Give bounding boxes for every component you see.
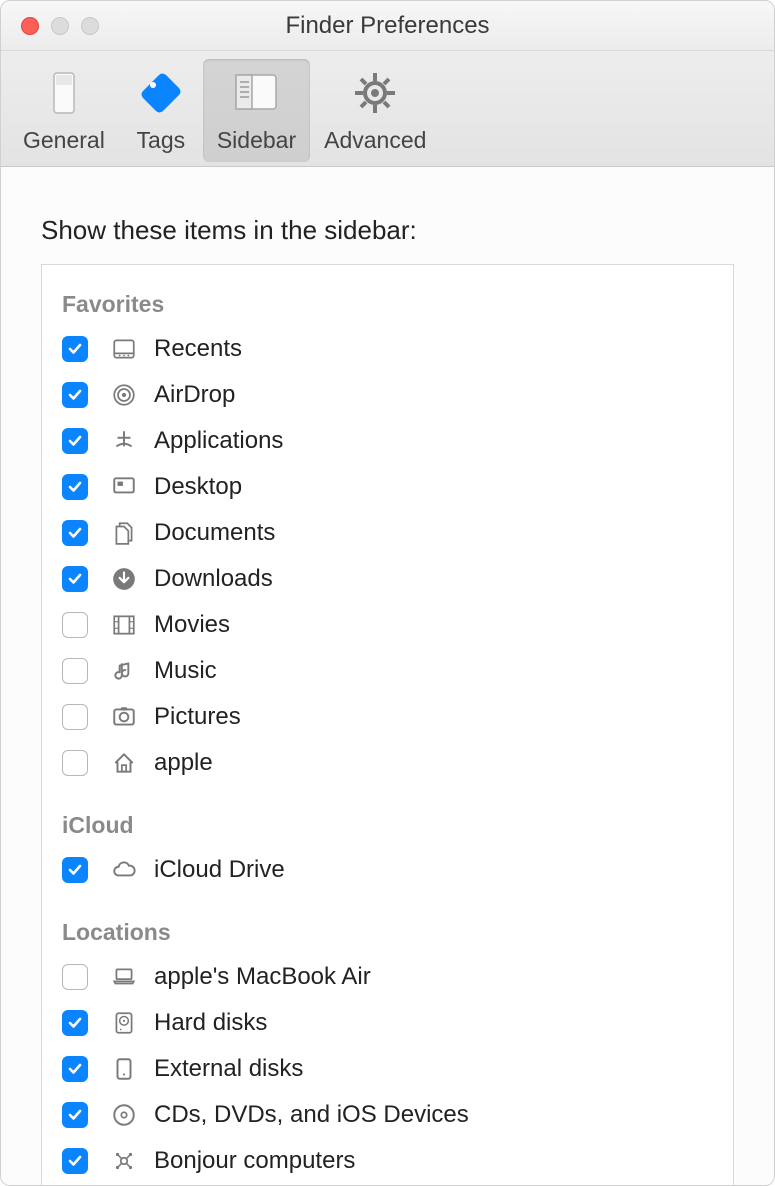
hdd-icon (36, 65, 92, 121)
item-label: AirDrop (154, 381, 235, 409)
tag-icon (133, 65, 189, 121)
sidebar-item-row: Music (62, 648, 713, 694)
preferences-toolbar: General Tags Sidebar Advanced (1, 51, 774, 167)
item-label: Hard disks (154, 1009, 267, 1037)
item-label: Bonjour computers (154, 1147, 355, 1175)
sidebar-item-row: apple (62, 740, 713, 786)
titlebar: Finder Preferences (1, 1, 774, 51)
tab-sidebar[interactable]: Sidebar (203, 59, 310, 162)
item-label: iCloud Drive (154, 856, 285, 884)
checkbox[interactable] (62, 1148, 88, 1174)
item-label: External disks (154, 1055, 303, 1083)
minimize-button[interactable] (51, 17, 69, 35)
checkbox[interactable] (62, 1056, 88, 1082)
sidebar-item-row: Hard disks (62, 1000, 713, 1046)
checkbox[interactable] (62, 1010, 88, 1036)
bonjour-icon (108, 1145, 140, 1177)
sidebar-item-row: Documents (62, 510, 713, 556)
item-label: Pictures (154, 703, 241, 731)
item-label: Music (154, 657, 217, 685)
content-area: Show these items in the sidebar: Favorit… (1, 167, 774, 1186)
sidebar-item-row: Bonjour computers (62, 1138, 713, 1184)
group-label: iCloud (62, 812, 713, 839)
item-label: Movies (154, 611, 230, 639)
item-label: apple's MacBook Air (154, 963, 371, 991)
item-label: Documents (154, 519, 275, 547)
sidebar-items-panel: Favorites Recents AirDrop Applications Deskt… (41, 264, 734, 1186)
checkbox[interactable] (62, 857, 88, 883)
tab-label: Advanced (324, 127, 426, 154)
sidebar-item-row: CDs, DVDs, and iOS Devices (62, 1092, 713, 1138)
checkbox[interactable] (62, 566, 88, 592)
item-label: Desktop (154, 473, 242, 501)
sidebar-item-row: Recents (62, 326, 713, 372)
sidebar-item-row: apple's MacBook Air (62, 954, 713, 1000)
item-label: CDs, DVDs, and iOS Devices (154, 1101, 469, 1129)
checkbox[interactable] (62, 964, 88, 990)
movies-icon (108, 609, 140, 641)
tab-label: General (23, 127, 105, 154)
checkbox[interactable] (62, 750, 88, 776)
tab-tags[interactable]: Tags (119, 59, 203, 162)
checkbox[interactable] (62, 336, 88, 362)
sidebar-item-row: iCloud Drive (62, 847, 713, 893)
item-label: Recents (154, 335, 242, 363)
apps-icon (108, 425, 140, 457)
hdd-icon (108, 1007, 140, 1039)
traffic-lights (1, 17, 99, 35)
checkbox[interactable] (62, 658, 88, 684)
cloud-icon (108, 854, 140, 886)
checkbox[interactable] (62, 382, 88, 408)
item-label: apple (154, 749, 213, 777)
extdisk-icon (108, 1053, 140, 1085)
group-label: Locations (62, 919, 713, 946)
pictures-icon (108, 701, 140, 733)
home-icon (108, 747, 140, 779)
desktop-icon (108, 471, 140, 503)
checkbox[interactable] (62, 474, 88, 500)
sidebar-item-row: Desktop (62, 464, 713, 510)
checkbox[interactable] (62, 1102, 88, 1128)
laptop-icon (108, 961, 140, 993)
item-label: Applications (154, 427, 283, 455)
close-button[interactable] (21, 17, 39, 35)
documents-icon (108, 517, 140, 549)
checkbox[interactable] (62, 704, 88, 730)
sidebar-item-row: Movies (62, 602, 713, 648)
clock-icon (108, 333, 140, 365)
downloads-icon (108, 563, 140, 595)
section-heading: Show these items in the sidebar: (41, 215, 734, 246)
window-title: Finder Preferences (1, 12, 774, 40)
airdrop-icon (108, 379, 140, 411)
tab-general[interactable]: General (9, 59, 119, 162)
sidebar-item-row: Applications (62, 418, 713, 464)
sidebar-icon (228, 65, 284, 121)
cd-icon (108, 1099, 140, 1131)
sidebar-item-row: External disks (62, 1046, 713, 1092)
tab-advanced[interactable]: Advanced (310, 59, 440, 162)
tab-label: Sidebar (217, 127, 296, 154)
item-label: Downloads (154, 565, 273, 593)
finder-preferences-window: Finder Preferences General Tags Sidebar Adv… (0, 0, 775, 1186)
checkbox[interactable] (62, 612, 88, 638)
tab-label: Tags (137, 127, 186, 154)
music-icon (108, 655, 140, 687)
sidebar-item-row: AirDrop (62, 372, 713, 418)
sidebar-item-row: Downloads (62, 556, 713, 602)
zoom-button[interactable] (81, 17, 99, 35)
checkbox[interactable] (62, 520, 88, 546)
sidebar-item-row: Pictures (62, 694, 713, 740)
group-label: Favorites (62, 291, 713, 318)
gear-icon (347, 65, 403, 121)
checkbox[interactable] (62, 428, 88, 454)
